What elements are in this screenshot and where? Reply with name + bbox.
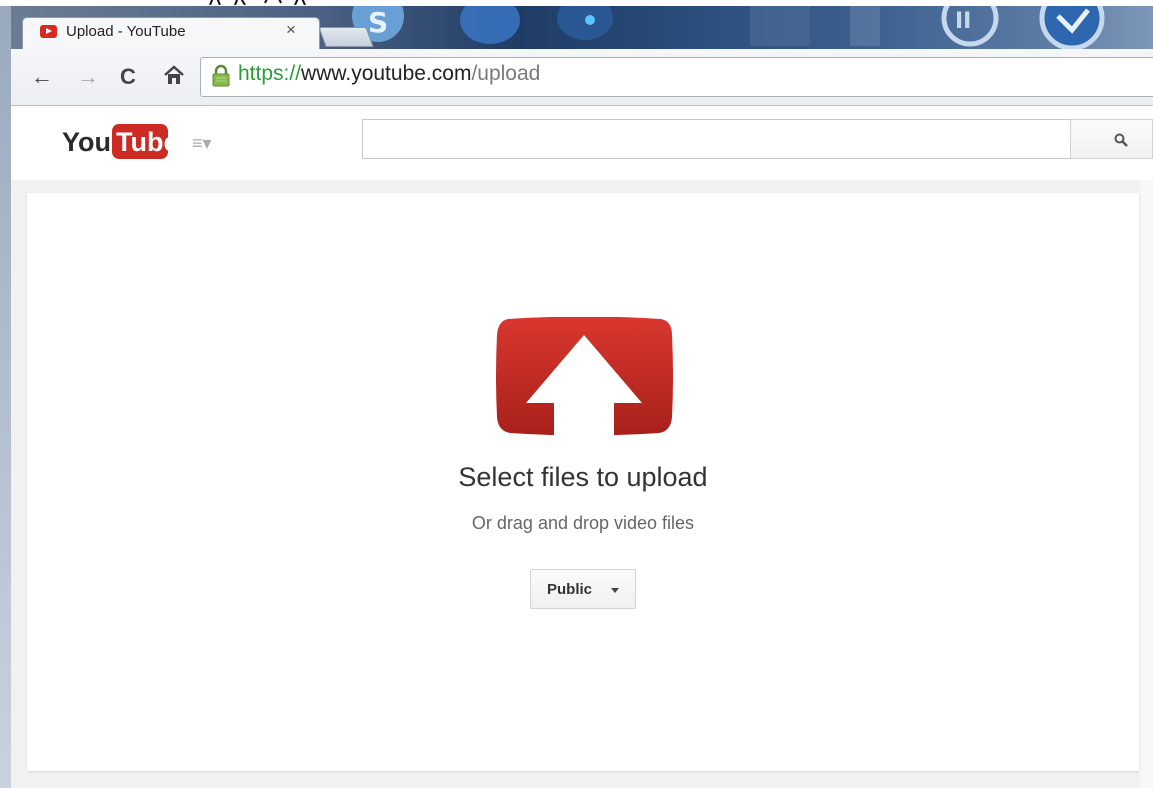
svg-text:S: S [368, 6, 388, 39]
svg-text:II: II [955, 9, 971, 34]
url-host: www.youtube.com [301, 62, 472, 85]
new-tab-button[interactable] [318, 27, 374, 47]
address-url: https://www.youtube.com/upload [238, 62, 540, 86]
youtube-favicon-icon [40, 25, 57, 38]
search-input[interactable] [362, 119, 1070, 159]
chevron-down-icon [611, 588, 619, 593]
window-left-edge [0, 6, 11, 788]
url-scheme: https:// [238, 62, 302, 85]
upload-title: Select files to upload [458, 462, 708, 492]
url-path: /upload [471, 62, 541, 85]
guide-menu-icon[interactable]: ≡▾ [192, 133, 212, 154]
search-button[interactable] [1070, 119, 1153, 159]
back-button[interactable]: ← [30, 64, 54, 90]
partial-text-glyph [209, 0, 306, 5]
search-icon [1114, 133, 1128, 147]
home-button[interactable] [162, 64, 186, 90]
forward-button[interactable]: → [76, 64, 100, 90]
upload-subtitle: Or drag and drop video files [471, 513, 695, 533]
logo-tube-text: Tube [116, 127, 172, 157]
reload-button[interactable]: C [116, 64, 140, 90]
privacy-selected-label: Public [547, 581, 593, 598]
tab-close-button[interactable]: × [286, 21, 296, 39]
lock-icon [212, 64, 230, 87]
youtube-logo-icon: You Tube [62, 124, 179, 159]
privacy-dropdown[interactable]: Public [530, 569, 636, 609]
home-icon [164, 65, 184, 84]
youtube-logo[interactable]: You Tube [60, 118, 179, 164]
tab-title: Upload - YouTube [66, 23, 186, 40]
logo-you-text: You [62, 127, 111, 157]
desktop-wallpaper-decoration: S II [352, 6, 1105, 50]
upload-arrow-icon[interactable] [496, 317, 673, 435]
